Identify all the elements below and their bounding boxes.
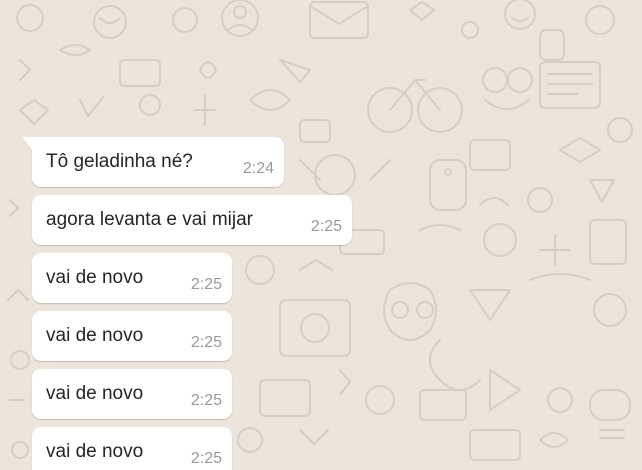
- bubble-tail: [22, 137, 32, 149]
- message-timestamp: 2:24: [242, 160, 274, 177]
- message-bubble[interactable]: vai de novo 2:25: [32, 253, 232, 303]
- message-timestamp: 2:25: [190, 334, 222, 351]
- message-text: Tô geladinha né?: [46, 151, 193, 172]
- message-bubble[interactable]: Tô geladinha né? 2:24: [22, 137, 284, 187]
- message-timestamp: 2:25: [190, 392, 222, 409]
- message-text: vai de novo: [46, 325, 144, 346]
- message-text: vai de novo: [46, 267, 144, 288]
- message-text: agora levanta e vai mijar: [46, 209, 253, 230]
- message-bubble[interactable]: vai de novo 2:25: [32, 311, 232, 361]
- message-bubble[interactable]: vai de novo 2:25: [32, 427, 232, 470]
- message-timestamp: 2:25: [310, 218, 342, 235]
- message-timestamp: 2:25: [190, 450, 222, 467]
- message-timestamp: 2:25: [190, 276, 222, 293]
- message-text: vai de novo: [46, 441, 144, 462]
- message-bubble[interactable]: agora levanta e vai mijar 2:25: [32, 195, 352, 245]
- message-list: Tô geladinha né? 2:24 agora levanta e va…: [0, 0, 642, 470]
- message-text: vai de novo: [46, 383, 144, 404]
- message-bubble[interactable]: vai de novo 2:25: [32, 369, 232, 419]
